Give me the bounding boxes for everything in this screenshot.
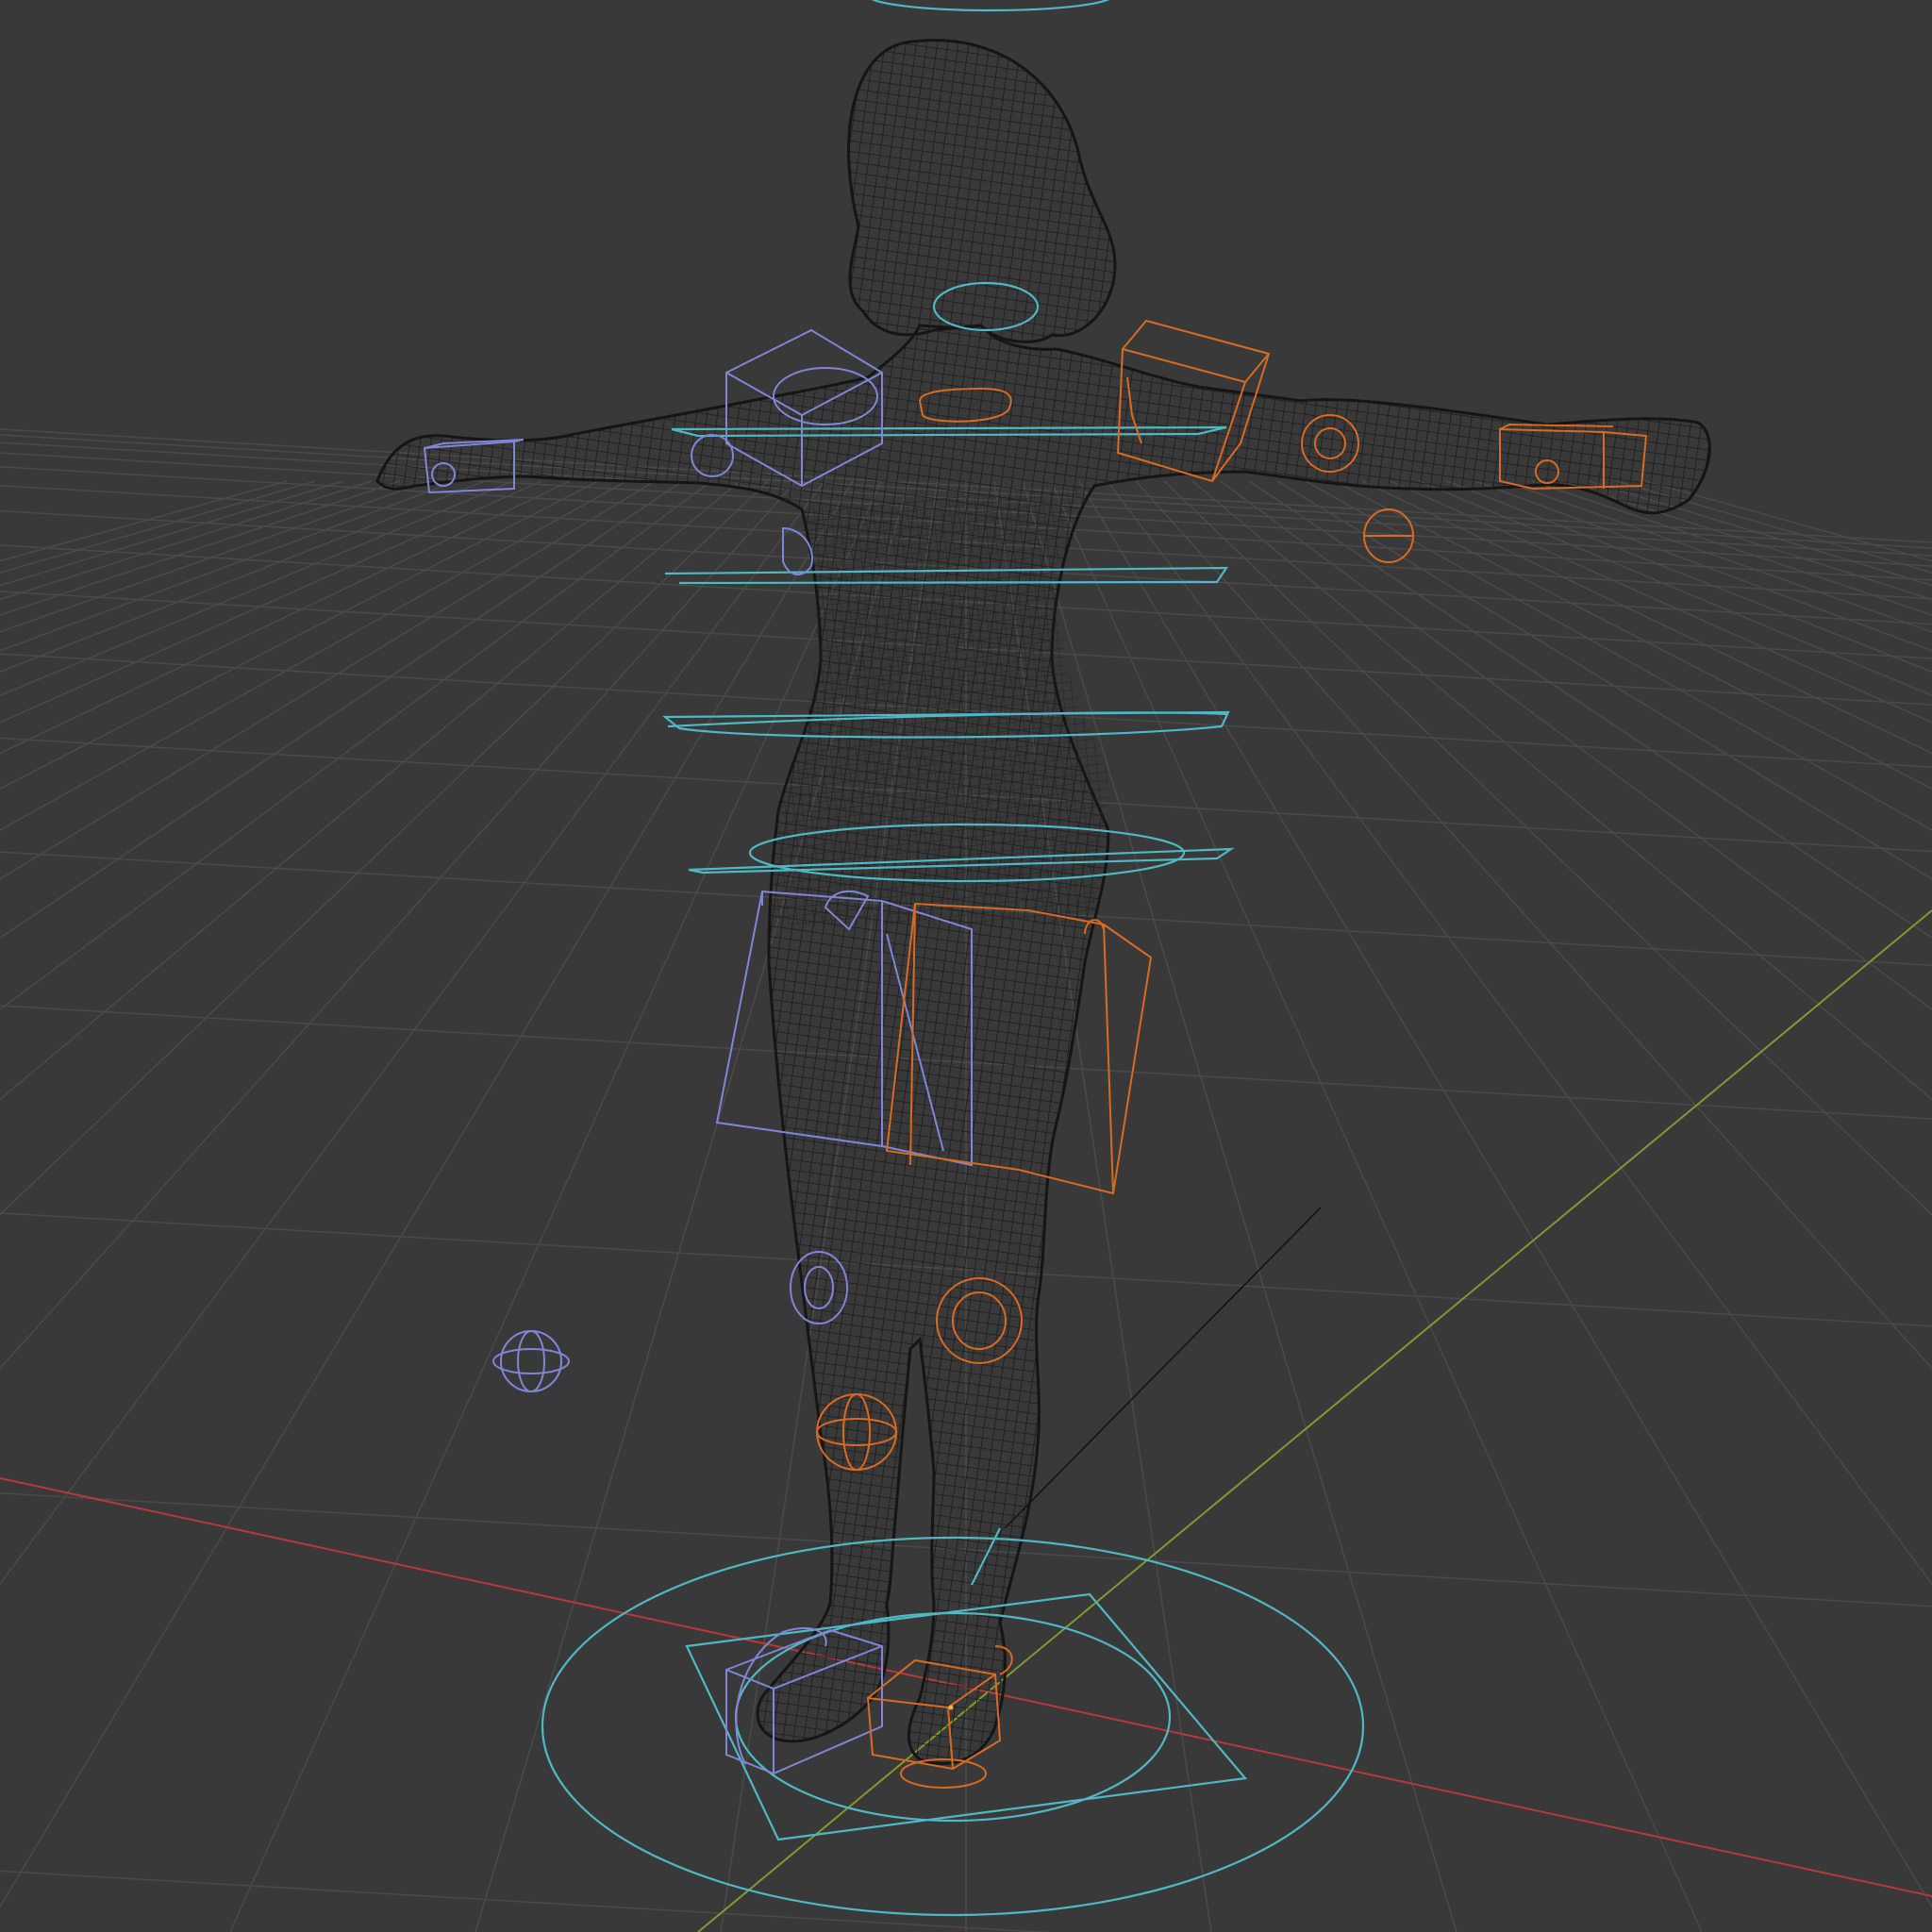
body-mesh-overlay: [774, 486, 1108, 924]
viewport-canvas[interactable]: [0, 0, 1932, 1932]
3d-viewport[interactable]: [0, 0, 1932, 1932]
foot-pivot-point: [948, 1705, 954, 1710]
